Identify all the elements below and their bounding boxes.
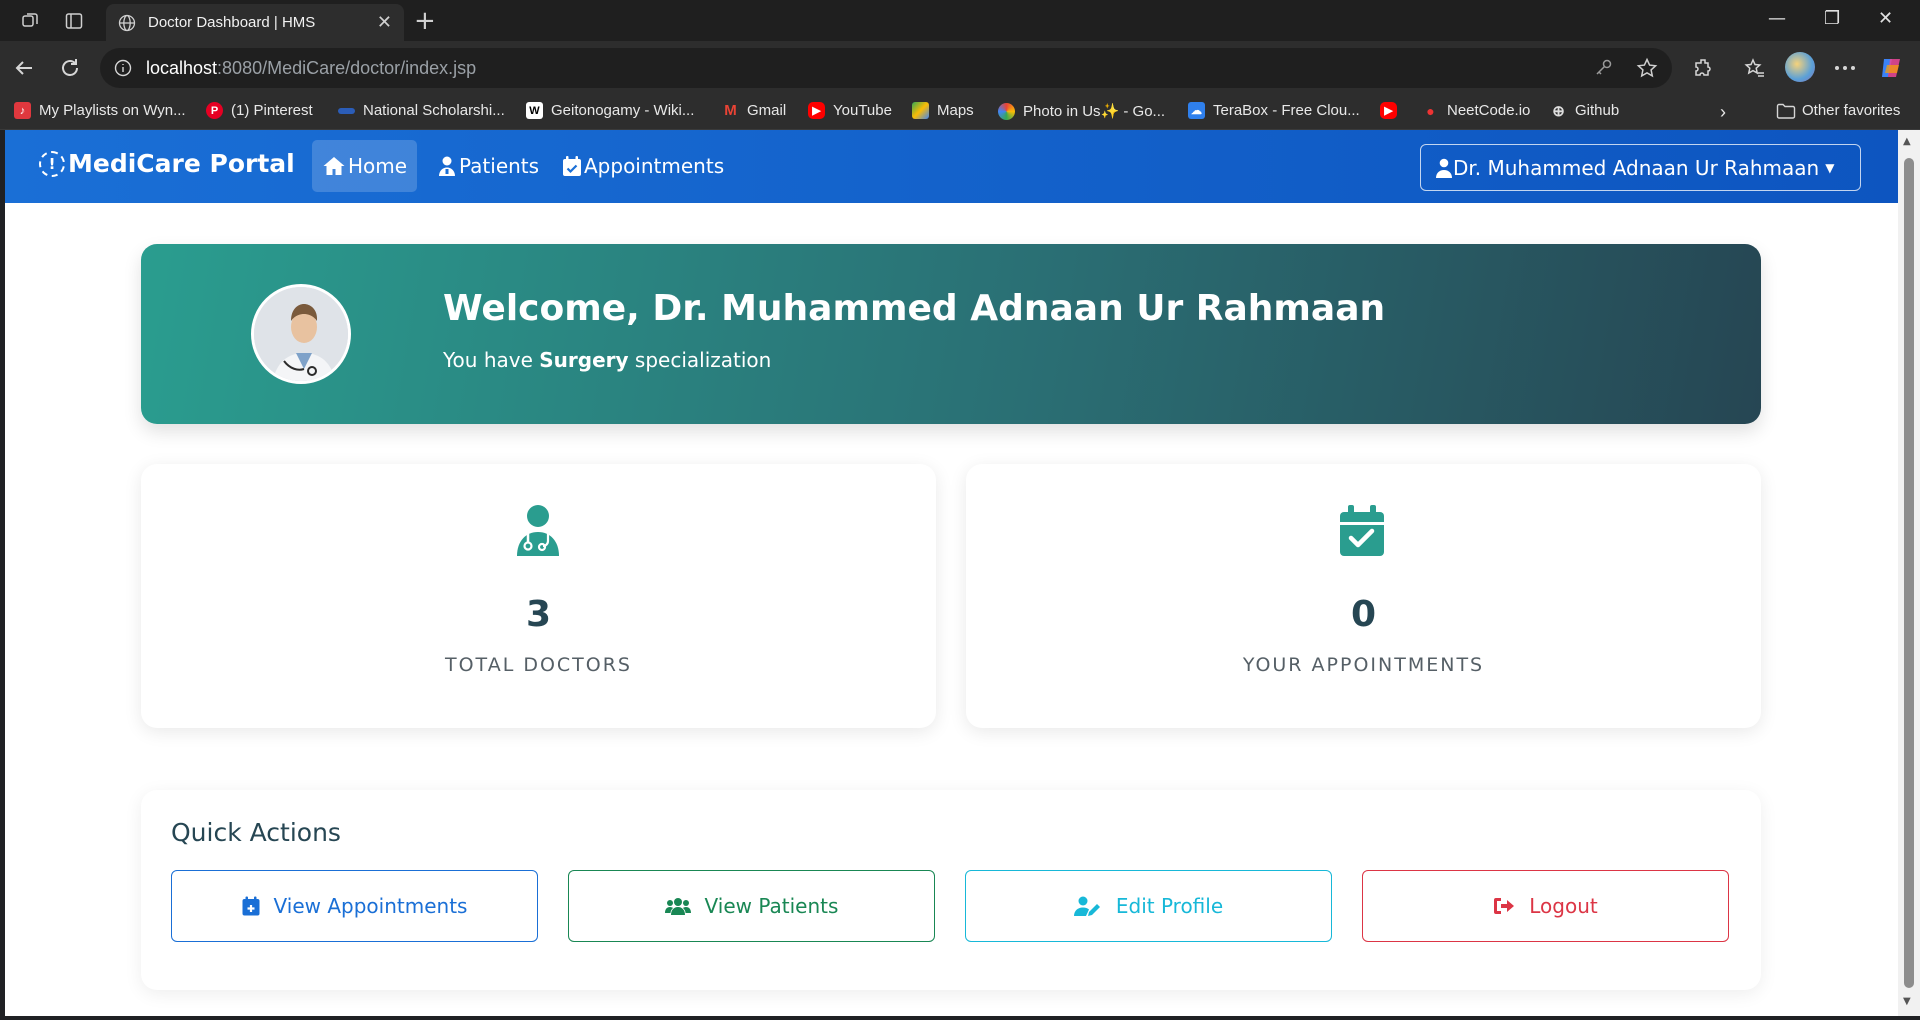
other-favorites[interactable]: Other favorites: [1776, 102, 1900, 119]
calendar-check-icon: [563, 156, 581, 176]
favorites-icon[interactable]: [1740, 53, 1770, 83]
extensions-icon[interactable]: [1689, 53, 1719, 83]
stat-card-total-doctors: 3 TOTAL DOCTORS: [141, 464, 936, 728]
tab-close-icon[interactable]: ✕: [377, 12, 392, 33]
doctor-icon: [513, 504, 563, 556]
bookmark-item[interactable]: P (1) Pinterest: [206, 102, 313, 119]
page-viewport: ! MediCare Portal Home Patients Appointm…: [5, 130, 1898, 1016]
browser-toolbar: localhost:8080/MediCare/doctor/index.jsp: [0, 41, 1920, 94]
password-key-icon[interactable]: [1594, 57, 1614, 83]
globe-icon: [118, 14, 136, 31]
folder-icon: [1776, 103, 1796, 119]
scrollbar-thumb[interactable]: [1904, 158, 1914, 988]
youtube-icon: ▶: [808, 102, 825, 119]
scroll-up-icon[interactable]: ▲: [1903, 136, 1911, 147]
browser-tab-bar: Doctor Dashboard | HMS ✕ + — ❐ ✕: [0, 0, 1920, 41]
stat-value: 0: [1350, 594, 1377, 635]
reload-icon[interactable]: [56, 54, 84, 82]
users-icon: [664, 898, 691, 915]
workspaces-icon[interactable]: [18, 9, 42, 33]
page-scrollbar[interactable]: ▲ ▼: [1898, 130, 1920, 1016]
bookmark-item[interactable]: M Gmail: [722, 102, 786, 119]
address-bar[interactable]: localhost:8080/MediCare/doctor/index.jsp: [100, 48, 1672, 88]
user-edit-icon: [1073, 896, 1100, 916]
stat-value: 3: [525, 594, 552, 635]
quick-actions-card: Quick Actions View Appointments View Pat…: [141, 790, 1761, 990]
favorite-star-icon[interactable]: [1636, 57, 1658, 83]
url-text: localhost:8080/MediCare/doctor/index.jsp: [146, 57, 477, 78]
new-tab-icon[interactable]: +: [414, 6, 436, 36]
welcome-subtitle: You have Surgery specialization: [443, 348, 772, 372]
bookmarks-overflow-icon[interactable]: ›: [1720, 102, 1726, 123]
stat-label: YOUR APPOINTMENTS: [1242, 654, 1485, 676]
bookmark-favicon-icon: ♪: [14, 102, 31, 119]
nav-patients[interactable]: Patients: [427, 140, 549, 192]
patient-icon: [439, 156, 455, 176]
more-menu-icon[interactable]: [1830, 53, 1860, 83]
logout-icon: [1494, 898, 1515, 914]
close-window-icon[interactable]: ✕: [1878, 8, 1893, 29]
top-navbar: ! MediCare Portal Home Patients Appointm…: [5, 130, 1898, 203]
stat-label: TOTAL DOCTORS: [445, 654, 632, 676]
bookmark-item[interactable]: ▶ YouTube: [808, 102, 892, 119]
maps-icon: [912, 102, 929, 119]
bookmark-favicon-icon: [338, 107, 355, 114]
doctor-avatar: [251, 284, 351, 384]
hospital-icon: !: [39, 150, 65, 177]
scroll-down-icon[interactable]: ▼: [1903, 996, 1911, 1007]
bookmark-item[interactable]: Maps: [912, 102, 974, 119]
pinterest-icon: P: [206, 102, 223, 119]
user-dropdown[interactable]: Dr. Muhammed Adnaan Ur Rahmaan ▼: [1420, 144, 1861, 191]
bookmark-item[interactable]: ☁ TeraBox - Free Clou...: [1188, 102, 1360, 119]
home-icon: [323, 157, 345, 175]
view-patients-button[interactable]: View Patients: [568, 870, 935, 942]
brand-logo[interactable]: ! MediCare Portal: [39, 149, 295, 178]
photos-icon: [998, 102, 1015, 120]
restore-icon[interactable]: ❐: [1824, 8, 1840, 29]
logout-button[interactable]: Logout: [1362, 870, 1729, 942]
caret-down-icon: ▼: [1825, 160, 1835, 175]
brand-name: MediCare Portal: [68, 149, 295, 178]
tab-title: Doctor Dashboard | HMS: [148, 14, 316, 31]
nav-appointments[interactable]: Appointments: [552, 140, 734, 192]
bookmark-item[interactable]: ♪ My Playlists on Wyn...: [14, 102, 186, 119]
calendar-check-icon: [1338, 504, 1388, 556]
stat-card-your-appointments: 0 YOUR APPOINTMENTS: [966, 464, 1761, 728]
profile-avatar[interactable]: [1785, 52, 1815, 82]
quick-actions-title: Quick Actions: [171, 818, 341, 847]
site-info-icon[interactable]: [114, 59, 132, 77]
vertical-tabs-icon[interactable]: [62, 9, 86, 33]
neetcode-icon: ●: [1426, 102, 1435, 119]
welcome-title: Welcome, Dr. Muhammed Adnaan Ur Rahmaan: [443, 288, 1386, 329]
wikipedia-icon: W: [526, 102, 543, 119]
minimize-icon[interactable]: —: [1768, 8, 1786, 29]
gmail-icon: M: [724, 102, 737, 119]
specialization: Surgery: [539, 348, 629, 372]
nav-home[interactable]: Home: [312, 140, 418, 192]
active-tab[interactable]: Doctor Dashboard | HMS ✕: [106, 4, 404, 41]
calendar-plus-icon: [242, 896, 260, 916]
youtube-icon: ▶: [1380, 102, 1397, 119]
bookmarks-bar: ♪ My Playlists on Wyn... P (1) Pinterest N…: [0, 94, 1920, 130]
terabox-icon: ☁: [1188, 102, 1205, 119]
bookmark-item[interactable]: National Scholarshi...: [338, 102, 505, 119]
welcome-banner: Welcome, Dr. Muhammed Adnaan Ur Rahmaan …: [141, 244, 1761, 424]
bookmark-item[interactable]: ● NeetCode.io: [1422, 102, 1530, 119]
view-appointments-button[interactable]: View Appointments: [171, 870, 538, 942]
edit-profile-button[interactable]: Edit Profile: [965, 870, 1332, 942]
doctor-user-icon: [1436, 158, 1452, 178]
bookmark-item[interactable]: ⊕ Github: [1550, 102, 1619, 120]
back-icon[interactable]: [10, 54, 38, 82]
copilot-icon[interactable]: [1876, 53, 1906, 83]
globe-icon: ⊕: [1552, 102, 1565, 120]
bookmark-item[interactable]: W Geitonogamy - Wiki...: [526, 102, 694, 119]
bookmark-item[interactable]: Photo in Us✨ - Go...: [998, 102, 1165, 120]
bookmark-item[interactable]: ▶: [1380, 102, 1405, 119]
